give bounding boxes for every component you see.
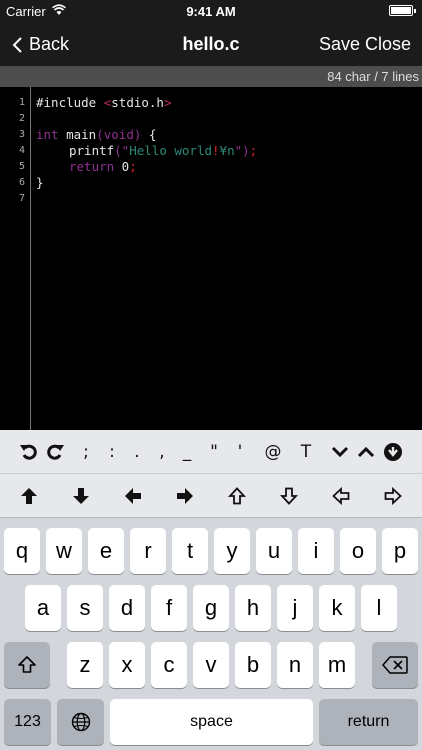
key-m[interactable]: m [319,642,355,688]
key-f[interactable]: f [151,585,187,631]
back-button[interactable]: Back [12,34,69,55]
key-h[interactable]: h [235,585,271,631]
dismiss-keyboard-icon[interactable] [382,440,404,464]
key-v[interactable]: v [193,642,229,688]
line-number: 7 [18,193,25,204]
semicolon-key[interactable]: ; [77,440,95,464]
period-key[interactable]: . [128,440,146,464]
undo-icon[interactable] [18,440,40,464]
back-label: Back [29,34,70,54]
return-key[interactable]: return [319,699,418,745]
shift-key[interactable] [4,642,50,688]
code-line-6: } [36,175,44,190]
code-line-1: #include <stdio.h> [36,95,172,110]
navigation-bar: Back hello.c Save Close [0,22,422,66]
key-o[interactable]: o [340,528,376,574]
chevron-down-icon[interactable] [330,440,350,464]
close-button[interactable]: Close [365,34,411,55]
cursor-toolbar [0,474,422,518]
arrow-left-outline-icon[interactable] [330,484,352,508]
colon-key[interactable]: : [103,440,121,464]
arrow-up-filled-icon[interactable] [18,484,40,508]
key-q[interactable]: q [4,528,40,574]
clock: 9:41 AM [186,4,236,19]
redo-icon[interactable] [44,440,66,464]
line-number: 4 [18,145,25,156]
battery-icon [389,5,416,16]
arrow-right-filled-icon[interactable] [174,484,196,508]
key-j[interactable]: j [277,585,313,631]
globe-icon [71,712,90,732]
comma-key[interactable]: , [153,440,171,464]
key-w[interactable]: w [46,528,82,574]
line-number: 2 [18,113,25,124]
underscore-key[interactable]: _ [178,440,196,464]
chevron-up-icon[interactable] [356,440,376,464]
line-number: 5 [18,161,25,172]
code-line-3: int main(void) { [36,127,157,142]
key-e[interactable]: e [88,528,124,574]
key-b[interactable]: b [235,642,271,688]
key-c[interactable]: c [151,642,187,688]
backspace-key[interactable] [372,642,418,688]
key-z[interactable]: z [67,642,103,688]
key-l[interactable]: l [361,585,397,631]
key-g[interactable]: g [193,585,229,631]
backspace-icon [382,656,408,674]
key-t[interactable]: t [172,528,208,574]
code-line-5: return 0; [69,159,137,174]
t-key[interactable]: T [296,440,316,464]
line-number: 6 [18,177,25,188]
globe-key[interactable] [57,699,104,745]
code-editor[interactable]: 1 2 3 4 5 6 7 #include <stdio.h> int mai… [0,87,422,430]
keyboard: ; : . , _ " ' @ T q w e r t y u i o p a … [0,430,422,750]
line-number: 1 [18,97,25,108]
code-line-4: printf("Hello world!¥n"); [69,143,258,158]
arrow-down-outline-icon[interactable] [278,484,300,508]
arrow-down-filled-icon[interactable] [70,484,92,508]
double-quote-key[interactable]: " [205,440,223,464]
chevron-left-icon [12,36,22,53]
key-x[interactable]: x [109,642,145,688]
key-d[interactable]: d [109,585,145,631]
numbers-key[interactable]: 123 [4,699,51,745]
status-bar: Carrier 9:41 AM [0,0,422,22]
key-y[interactable]: y [214,528,250,574]
line-number-gutter: 1 2 3 4 5 6 7 [0,87,31,430]
arrow-left-filled-icon[interactable] [122,484,144,508]
key-s[interactable]: s [67,585,103,631]
key-a[interactable]: a [25,585,61,631]
arrow-right-outline-icon[interactable] [382,484,404,508]
line-number: 3 [18,129,25,140]
arrow-up-outline-icon[interactable] [226,484,248,508]
file-stats: 84 char / 7 lines [0,66,422,87]
key-p[interactable]: p [382,528,418,574]
single-quote-key[interactable]: ' [231,440,249,464]
shift-icon [18,656,36,673]
key-k[interactable]: k [319,585,355,631]
key-n[interactable]: n [277,642,313,688]
key-r[interactable]: r [130,528,166,574]
save-button[interactable]: Save [319,34,360,55]
key-i[interactable]: i [298,528,334,574]
symbol-toolbar: ; : . , _ " ' @ T [0,430,422,474]
key-u[interactable]: u [256,528,292,574]
space-key[interactable]: space [110,699,313,745]
at-key[interactable]: @ [262,440,284,464]
